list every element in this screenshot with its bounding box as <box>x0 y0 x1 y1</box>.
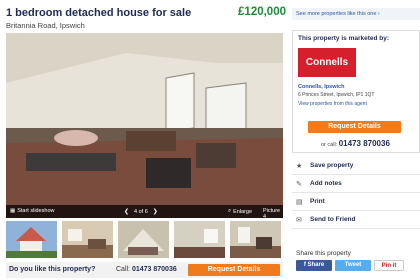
print-label: Print <box>310 198 325 205</box>
or-call-label: or call: <box>321 142 338 148</box>
agent-name[interactable]: Connells, Ipswich <box>298 84 344 90</box>
cta-bar: Do you like this property? Call: 01473 8… <box>6 262 283 278</box>
send-to-friend-button[interactable]: ✉ Send to Friend <box>292 211 420 229</box>
thumbnail[interactable] <box>118 221 169 258</box>
agent-properties-link[interactable]: View properties from this agent <box>298 101 367 107</box>
enlarge-label: Enlarge <box>233 208 253 215</box>
gallery-toolbar: ▦ Start slideshow ❮ 4 of 6 ❯ ⌕ Enlarge P… <box>6 205 283 220</box>
enlarge-button[interactable]: ⌕ Enlarge <box>228 208 252 215</box>
thumbnail[interactable] <box>6 221 57 258</box>
chevron-right-icon[interactable]: ❯ <box>153 208 158 215</box>
like-question: Do you like this property? <box>9 266 96 273</box>
twitter-share-button[interactable]: Tweet <box>335 260 371 271</box>
agent-logo[interactable]: Connells <box>298 48 356 77</box>
print-icon: ▤ <box>296 199 303 206</box>
listing-address: Britannia Road, Ipswich <box>6 21 85 30</box>
agent-box: This property is marketed by: Connells C… <box>292 30 420 153</box>
sidebar: See more properties like this one › This… <box>292 0 420 280</box>
actions-list: ★ Save property ✎ Add notes ▤ Print ✉ Se… <box>292 157 420 229</box>
start-slideshow-button[interactable]: ▦ Start slideshow <box>10 208 55 214</box>
listing-price: £120,000 <box>238 6 286 18</box>
sidebar-phone-number[interactable]: 01473 870036 <box>339 139 390 148</box>
thumbnail[interactable] <box>174 221 225 258</box>
main-photo[interactable] <box>6 33 283 218</box>
phone-number[interactable]: 01473 870036 <box>132 266 177 273</box>
agent-address: 6 Princes Street, Ipswich, IP1 1QT <box>298 92 375 98</box>
see-more-label[interactable]: See more properties like this one › <box>296 11 380 17</box>
thumbnail[interactable] <box>230 221 281 258</box>
star-icon: ★ <box>296 163 303 170</box>
call-label: Call: <box>116 266 131 273</box>
thumbnail-strip <box>6 221 283 258</box>
picture-label: Picture 4 <box>263 208 281 220</box>
request-details-button[interactable]: Request Details <box>188 264 280 276</box>
marketed-by-heading: This property is marketed by: <box>298 35 390 42</box>
listing-main: 1 bedroom detached house for sale Britan… <box>0 0 290 280</box>
search-icon: ⌕ <box>228 208 232 214</box>
print-button[interactable]: ▤ Print <box>292 193 420 211</box>
thumbnail[interactable] <box>62 221 113 258</box>
save-property-label: Save property <box>310 162 354 169</box>
save-property-button[interactable]: ★ Save property <box>292 157 420 175</box>
slideshow-label: Start slideshow <box>17 208 55 214</box>
see-more-link[interactable]: See more properties like this one › <box>292 8 420 20</box>
listing-title: 1 bedroom detached house for sale <box>6 7 192 19</box>
share-buttons: f Share Tweet Pin it <box>296 260 404 271</box>
add-notes-button[interactable]: ✎ Add notes <box>292 175 420 193</box>
sidebar-request-details-button[interactable]: Request Details <box>308 121 401 133</box>
photo-count: 4 of 6 <box>134 208 148 215</box>
chevron-left-icon[interactable]: ❮ <box>124 208 129 215</box>
call-line: Call: 01473 870036 <box>116 266 177 273</box>
pencil-icon: ✎ <box>296 181 302 188</box>
add-notes-label: Add notes <box>310 180 342 187</box>
facebook-share-button[interactable]: f Share <box>296 260 332 271</box>
send-to-friend-label: Send to Friend <box>310 216 356 223</box>
pinterest-share-button[interactable]: Pin it <box>374 260 404 271</box>
mail-icon: ✉ <box>296 217 302 224</box>
share-heading: Share this property <box>296 250 351 257</box>
photo-counter: ❮ 4 of 6 ❯ <box>124 208 158 216</box>
sidebar-call-line: or call: 01473 870036 <box>321 139 390 148</box>
grid-icon: ▦ <box>10 208 16 214</box>
